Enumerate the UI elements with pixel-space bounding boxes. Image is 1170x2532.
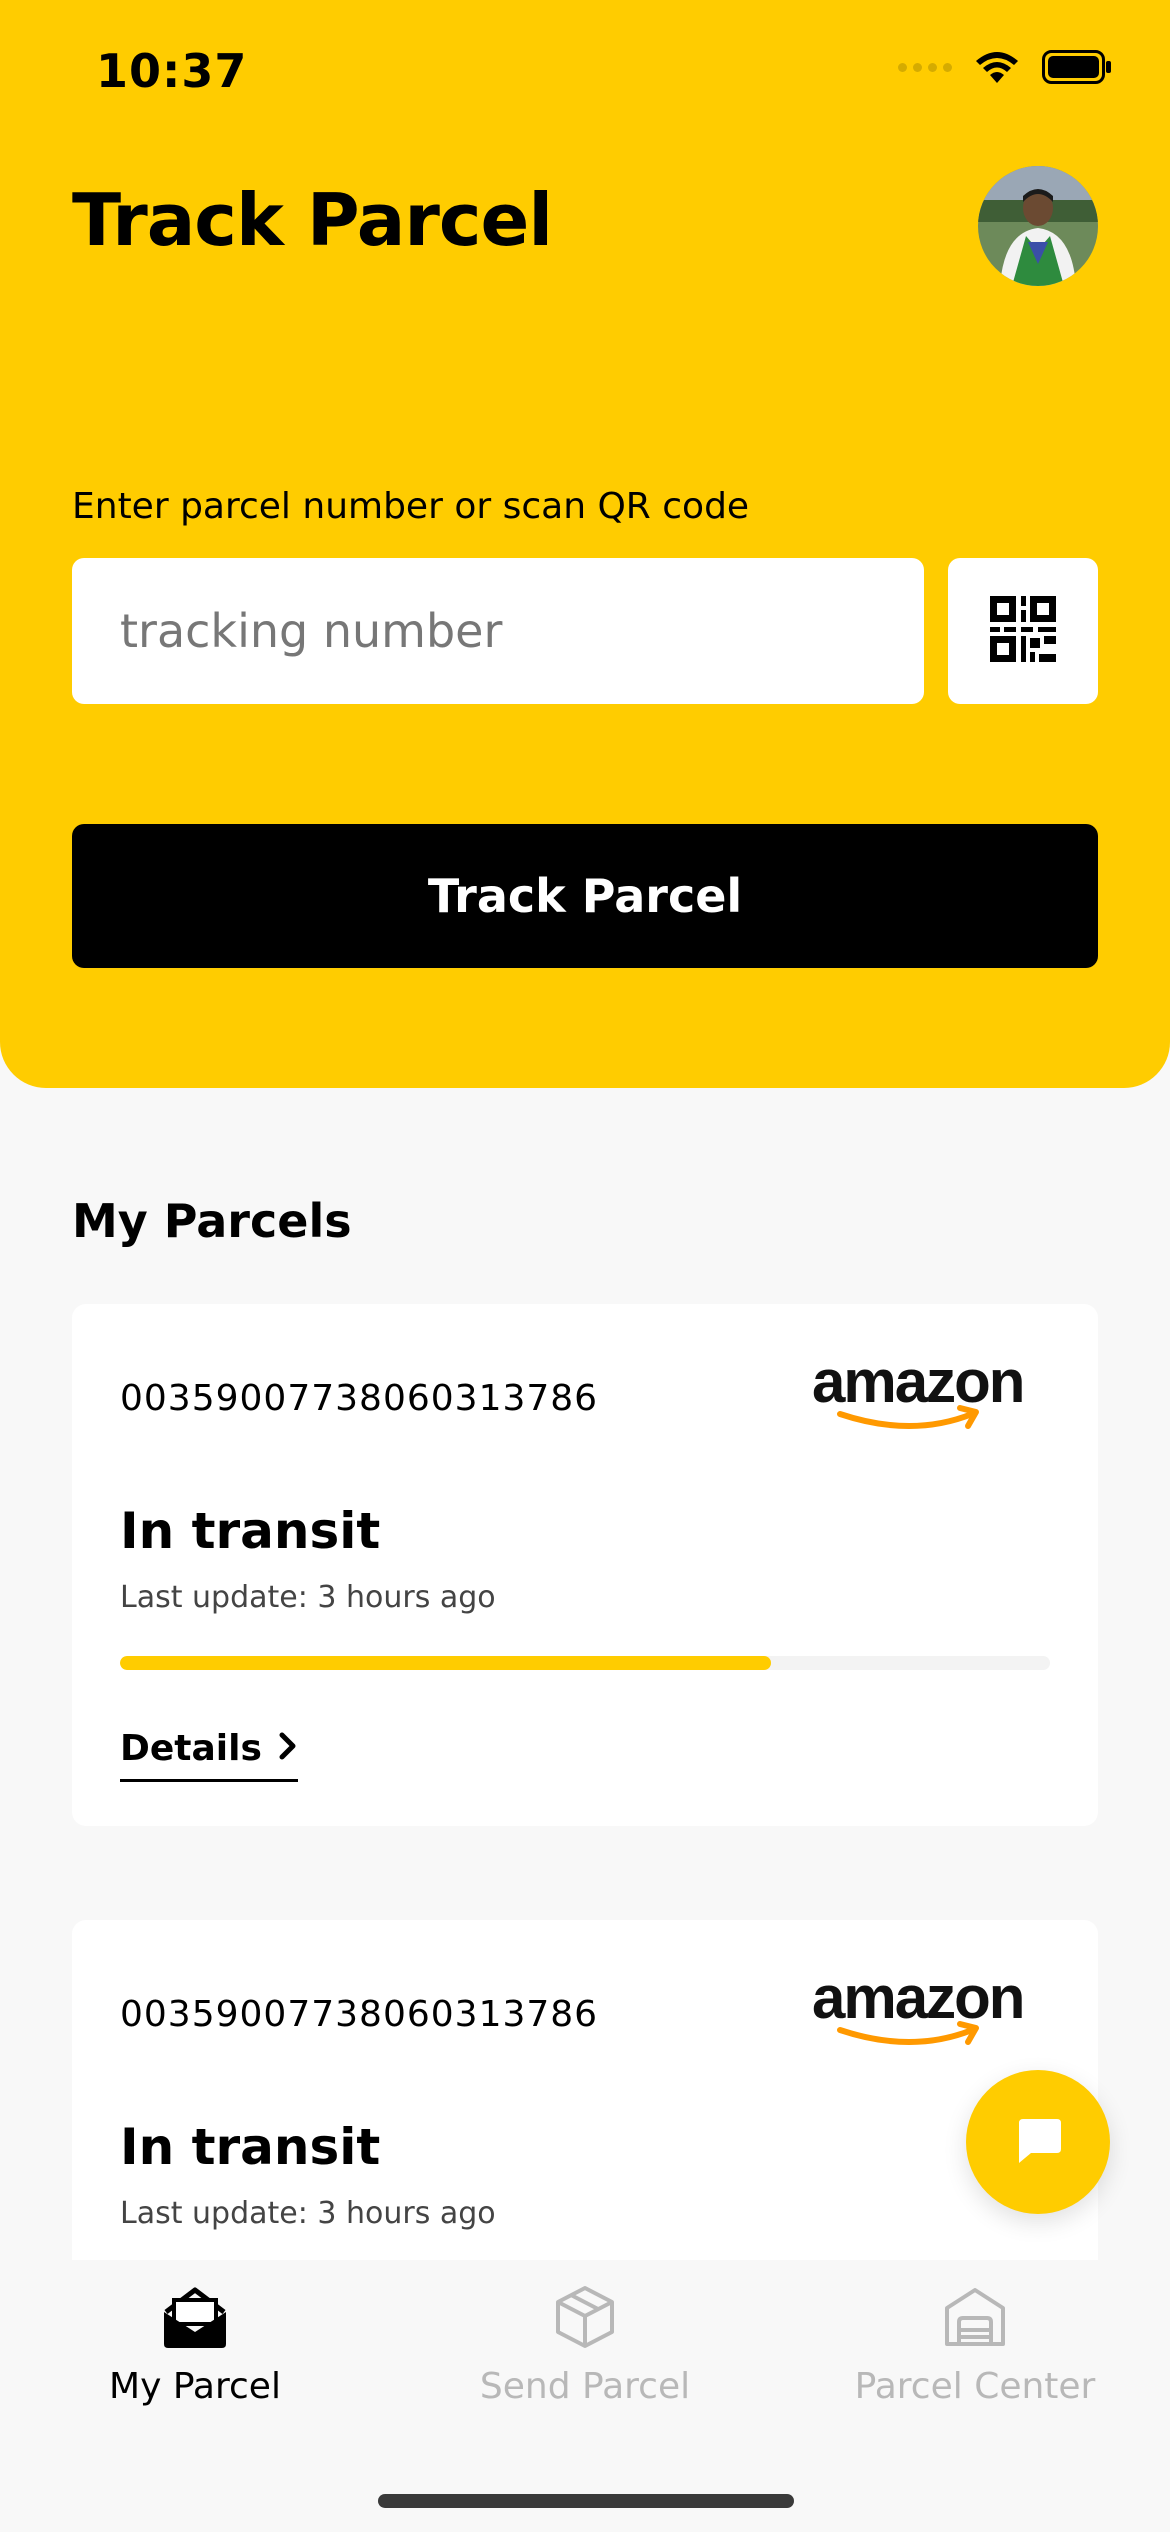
wifi-icon xyxy=(974,50,1020,84)
chat-bubble-icon xyxy=(1011,2113,1065,2171)
svg-text:amazon: amazon xyxy=(812,1968,1023,2031)
svg-text:amazon: amazon xyxy=(812,1352,1023,1415)
nav-label: Send Parcel xyxy=(479,2366,691,2407)
tracking-number: 00359007738060313786 xyxy=(120,1994,599,2035)
amazon-logo: amazon xyxy=(812,1964,1052,2052)
status-icons xyxy=(898,50,1112,84)
header-panel: 10:37 Track Parcel Enter parcel number o… xyxy=(0,0,1170,1088)
parcel-status: In transit xyxy=(120,2118,381,2176)
parcel-card[interactable]: 00359007738060313786 amazon In transit L… xyxy=(72,1304,1098,1826)
parcel-status: In transit xyxy=(120,1502,381,1560)
delivery-progress-bar xyxy=(120,1656,1050,1670)
open-envelope-icon xyxy=(160,2284,230,2354)
tracking-number: 00359007738060313786 xyxy=(120,1378,599,1419)
last-update: Last update: 3 hours ago xyxy=(120,1580,496,1615)
status-time: 10:37 xyxy=(96,44,248,98)
tracking-number-input[interactable] xyxy=(72,558,924,704)
home-indicator xyxy=(378,2494,794,2508)
my-parcels-heading: My Parcels xyxy=(72,1194,352,1248)
battery-icon xyxy=(1042,50,1112,84)
nav-label: My Parcel xyxy=(109,2366,281,2407)
track-parcel-button[interactable]: Track Parcel xyxy=(72,824,1098,968)
nav-item-send-parcel[interactable]: Send Parcel xyxy=(390,2284,780,2407)
avatar[interactable] xyxy=(978,166,1098,286)
nav-item-my-parcel[interactable]: My Parcel xyxy=(0,2284,390,2407)
page-title: Track Parcel xyxy=(72,178,553,262)
delivery-progress-fill xyxy=(120,1656,771,1670)
qr-code-icon xyxy=(990,596,1056,666)
last-update: Last update: 3 hours ago xyxy=(120,2196,496,2231)
details-label: Details xyxy=(120,1728,262,1769)
scan-qr-button[interactable] xyxy=(948,558,1098,704)
nav-item-parcel-center[interactable]: Parcel Center xyxy=(780,2284,1170,2407)
signal-icon xyxy=(898,62,952,72)
nav-label: Parcel Center xyxy=(854,2366,1096,2407)
details-link[interactable]: Details xyxy=(120,1728,298,1782)
amazon-logo: amazon xyxy=(812,1348,1052,1436)
bottom-nav: My Parcel Send Parcel Parcel Center xyxy=(0,2260,1170,2532)
chevron-right-icon xyxy=(278,1728,298,1769)
chat-button[interactable] xyxy=(966,2070,1110,2214)
box-icon xyxy=(552,2284,618,2354)
warehouse-icon xyxy=(942,2284,1008,2354)
track-prompt-label: Enter parcel number or scan QR code xyxy=(72,486,750,527)
